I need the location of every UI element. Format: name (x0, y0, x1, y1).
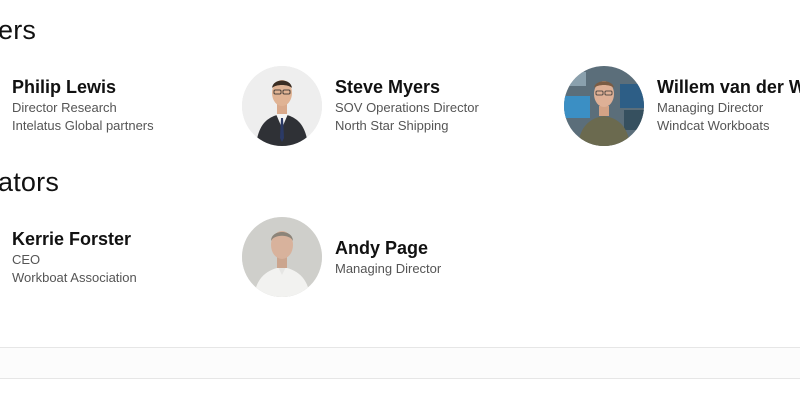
speakers-page: ers Philip Lewis Director Research Intel… (0, 0, 800, 402)
person-photo-icon (242, 66, 322, 146)
person-photo-icon (564, 66, 644, 146)
section-heading-moderators: ators (0, 167, 60, 197)
speaker-title: Director Research (12, 100, 117, 115)
speaker-name[interactable]: Steve Myers (335, 76, 479, 98)
speaker-avatar[interactable] (242, 66, 322, 146)
speaker-info: Willem van der W Managing Director Windc… (657, 76, 800, 135)
speaker-name[interactable]: Kerrie Forster (12, 228, 137, 250)
person-photo-icon (242, 217, 322, 297)
speaker-info: Andy Page Managing Director (335, 237, 441, 278)
speaker-info: Steve Myers SOV Operations Director Nort… (335, 76, 479, 135)
speaker-card-philip-lewis[interactable]: Philip Lewis Director Research Intelatus… (12, 76, 154, 135)
speaker-card-kerrie-forster[interactable]: Kerrie Forster CEO Workboat Association (12, 228, 137, 287)
divider-top (0, 347, 800, 348)
speaker-card-willem-van-der-w[interactable]: Willem van der W Managing Director Windc… (564, 66, 800, 146)
speaker-title: Managing Director (657, 100, 764, 115)
section-heading-speakers: ers (0, 15, 37, 45)
divider-bottom (0, 378, 800, 379)
footer-band (0, 348, 800, 378)
speaker-card-steve-myers[interactable]: Steve Myers SOV Operations Director Nort… (242, 66, 542, 146)
speaker-card-andy-page[interactable]: Andy Page Managing Director (242, 217, 542, 297)
speaker-company: Intelatus Global partners (12, 118, 154, 133)
speaker-company: North Star Shipping (335, 118, 449, 133)
speaker-title: SOV Operations Director (335, 100, 479, 115)
speaker-avatar[interactable] (564, 66, 644, 146)
speaker-company: Windcat Workboats (657, 118, 770, 133)
speaker-title: Managing Director (335, 261, 442, 276)
speaker-name[interactable]: Willem van der W (657, 76, 800, 98)
speaker-company: Workboat Association (12, 270, 137, 285)
speaker-avatar[interactable] (242, 217, 322, 297)
speaker-name[interactable]: Philip Lewis (12, 76, 154, 98)
speaker-title: CEO (12, 252, 41, 267)
speaker-name[interactable]: Andy Page (335, 237, 441, 259)
